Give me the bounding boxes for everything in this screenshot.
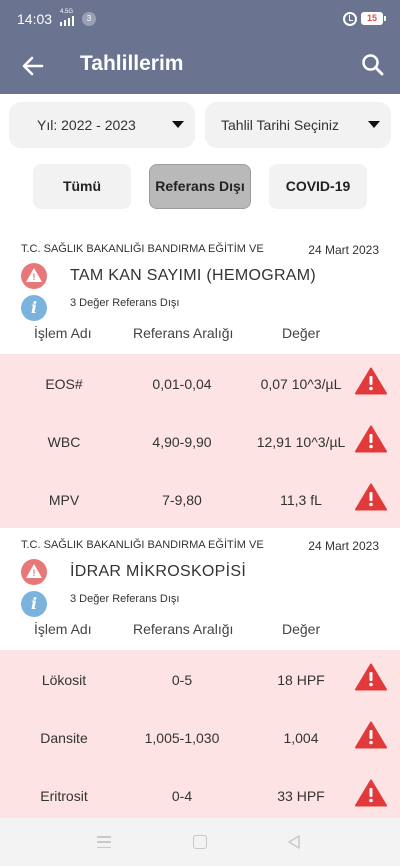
signal-icon: 4.5G	[58, 9, 78, 26]
battery-icon: 15	[361, 12, 386, 25]
row-value: 0,07 10^3/µL	[260, 376, 342, 392]
result-date: 24 Mart 2023	[308, 539, 379, 553]
info-icon[interactable]: i	[21, 295, 47, 321]
tab-all[interactable]: Tümü	[33, 164, 131, 209]
date-select[interactable]: Tahlil Tarihi Seçiniz	[205, 102, 391, 148]
chevron-down-icon	[172, 121, 184, 128]
result-row[interactable]: MPV 7-9,80 11,3 fL	[0, 470, 400, 528]
row-value: 18 HPF	[277, 672, 325, 688]
row-range: 0,01-0,04	[152, 376, 212, 392]
row-name: EOS#	[45, 376, 83, 392]
warning-triangle-icon	[355, 483, 387, 511]
row-name: WBC	[47, 434, 81, 450]
tab-covid[interactable]: COVID-19	[269, 164, 367, 209]
arrow-left-icon	[22, 56, 44, 76]
result-row[interactable]: EOS# 0,01-0,04 0,07 10^3/µL	[0, 354, 400, 412]
institution-name: T.C. SAĞLIK BAKANLIĞI BANDIRMA EĞİTİM VE	[21, 539, 264, 551]
result-date: 24 Mart 2023	[308, 243, 379, 257]
network-type: 4.5G	[60, 9, 74, 15]
chevron-down-icon	[368, 121, 380, 128]
back-button[interactable]	[18, 51, 48, 81]
result-row[interactable]: Eritrosit 0-4 33 HPF	[0, 766, 400, 824]
row-name: MPV	[48, 492, 80, 508]
warning-badge-icon: !	[21, 263, 47, 289]
row-name: Eritrosit	[40, 788, 88, 804]
result-row[interactable]: WBC 4,90-9,90 12,91 10^3/µL	[0, 412, 400, 470]
result-row[interactable]: Lökosit 0-5 18 HPF	[0, 650, 400, 708]
app-header: Tahlillerim	[0, 38, 400, 94]
result-rows: EOS# 0,01-0,04 0,07 10^3/µL WBC 4,90-9,9…	[0, 354, 400, 528]
result-row[interactable]: Dansite 1,005-1,030 1,004	[0, 708, 400, 766]
row-value: 33 HPF	[277, 788, 325, 804]
status-time: 14:03	[17, 11, 53, 27]
home-icon[interactable]	[193, 835, 207, 849]
test-name: TAM KAN SAYIMI (HEMOGRAM)	[70, 267, 317, 284]
date-select-value: Tahlil Tarihi Seçiniz	[221, 117, 340, 133]
out-of-range-summary: 3 Değer Referans Dışı	[70, 593, 180, 605]
year-select-value: Yıl: 2022 - 2023	[37, 117, 136, 133]
row-range: 4,90-9,90	[152, 434, 212, 450]
out-of-range-summary: 3 Değer Referans Dışı	[70, 297, 180, 309]
search-button[interactable]	[358, 50, 388, 80]
row-value: 1,004	[283, 730, 319, 746]
institution-name: T.C. SAĞLIK BAKANLIĞI BANDIRMA EĞİTİM VE	[21, 243, 264, 255]
warning-triangle-icon	[355, 721, 387, 749]
menu-icon[interactable]	[97, 836, 111, 848]
warning-badge-icon: !	[21, 559, 47, 585]
column-header-value: Değer	[282, 621, 321, 637]
row-value: 11,3 fL	[280, 492, 322, 508]
row-name: Dansite	[40, 730, 88, 746]
column-header-range: Referans Aralığı	[133, 621, 234, 637]
row-range: 1,005-1,030	[144, 730, 220, 746]
row-range: 7-9,80	[162, 492, 202, 508]
test-name: İDRAR MİKROSKOPİSİ	[70, 563, 247, 580]
row-range: 0-4	[171, 788, 193, 804]
year-select[interactable]: Yıl: 2022 - 2023	[9, 102, 195, 148]
warning-triangle-icon	[355, 663, 387, 691]
back-triangle-icon[interactable]	[286, 834, 302, 850]
row-name: Lökosit	[41, 672, 87, 688]
warning-triangle-icon	[355, 367, 387, 395]
column-header-name: İşlem Adı	[34, 325, 92, 341]
system-nav-bar	[0, 818, 400, 866]
column-header-value: Değer	[282, 325, 321, 341]
row-range: 0-5	[171, 672, 193, 688]
row-value: 12,91 10^3/µL	[256, 434, 346, 450]
page-title: Tahlillerim	[80, 52, 184, 75]
alarm-icon	[343, 12, 357, 26]
search-icon	[362, 54, 384, 76]
result-rows: Lökosit 0-5 18 HPF Dansite 1,005-1,030 1…	[0, 650, 400, 824]
tab-out-of-reference[interactable]: Referans Dışı	[149, 164, 251, 209]
notification-badge: 3	[82, 12, 96, 26]
column-header-name: İşlem Adı	[34, 621, 92, 637]
warning-triangle-icon	[355, 425, 387, 453]
info-icon[interactable]: i	[21, 591, 47, 617]
status-bar: 14:03 4.5G 3 15	[0, 0, 400, 38]
warning-triangle-icon	[355, 779, 387, 807]
column-header-range: Referans Aralığı	[133, 325, 234, 341]
